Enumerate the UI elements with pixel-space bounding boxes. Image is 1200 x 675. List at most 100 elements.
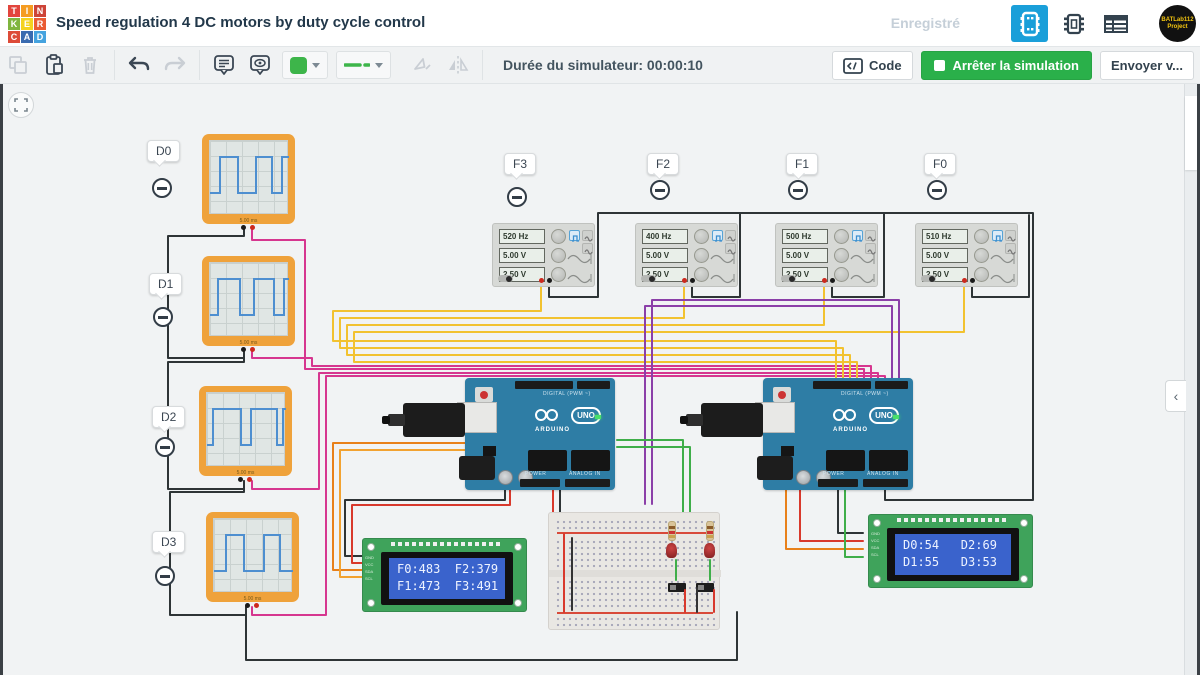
show-notes-button[interactable] [243,51,277,79]
label-d3[interactable]: D3 [152,531,185,553]
power-pins[interactable] [520,479,560,487]
square-wave-button[interactable] [569,230,580,241]
collapse-f2-button[interactable] [650,180,670,200]
delete-button[interactable] [73,51,107,79]
terminal-holes[interactable] [555,539,715,569]
wire-red-jumper[interactable] [563,533,565,613]
breadboard[interactable] [548,512,720,630]
rail-holes[interactable] [555,616,715,628]
paste-button[interactable] [37,51,71,79]
fg-knob[interactable] [974,248,989,263]
fg-knob[interactable] [551,248,566,263]
resistor-2[interactable] [706,521,714,541]
analog-pins[interactable] [863,479,908,487]
collapse-f1-button[interactable] [788,180,808,200]
mirror-button[interactable] [441,51,475,79]
undo-button[interactable] [122,51,156,79]
chip-view-button[interactable] [1055,5,1092,42]
fg-knob[interactable] [974,229,989,244]
sine-wave-button[interactable] [725,230,736,241]
collapse-d2-button[interactable] [155,437,175,457]
stop-simulation-button[interactable]: Arrêter la simulation [921,51,1092,80]
function-generator-f0[interactable]: 510 Hz 5.00 V 2.50 V [915,223,1018,287]
fg-pos-terminal[interactable] [822,278,827,283]
fg-pos-terminal[interactable] [682,278,687,283]
sine-wave-button[interactable] [865,230,876,241]
fg-knob[interactable] [551,267,566,282]
wire-red-jumper[interactable] [684,589,686,613]
fg-neg-terminal[interactable] [830,278,835,283]
reset-button[interactable] [773,387,791,402]
redo-button[interactable] [158,51,192,79]
function-generator-f3[interactable]: 520 Hz 5.00 V 2.50 V [492,223,595,287]
slide-switch-2[interactable] [696,583,714,592]
label-d1[interactable]: D1 [149,273,182,295]
digital-pins[interactable] [515,381,573,389]
wire-green-jumper[interactable] [709,559,711,581]
fg-power-toggle[interactable] [921,275,936,282]
lcd-display-2[interactable]: GND VCC SDA SCL D0:54 D2:69D1:55 D3:53 [868,514,1033,588]
collapse-f3-button[interactable] [507,187,527,207]
digital-pins[interactable] [813,381,871,389]
fg-knob[interactable] [834,229,849,244]
scope-sig-terminal[interactable] [250,225,255,230]
function-generator-f1[interactable]: 500 Hz 5.00 V 2.50 V [775,223,878,287]
collapse-d3-button[interactable] [155,566,175,586]
scope-gnd-terminal[interactable] [241,225,246,230]
square-wave-button[interactable] [852,230,863,241]
tinkercad-logo[interactable]: TIN KER CAD [8,5,46,43]
digital-pins[interactable] [875,381,908,389]
label-f0[interactable]: F0 [924,153,956,175]
wire-black-jumper[interactable] [696,587,698,613]
fg-neg-terminal[interactable] [970,278,975,283]
analog-pins[interactable] [565,479,610,487]
fg-neg-terminal[interactable] [690,278,695,283]
fg-pos-terminal[interactable] [539,278,544,283]
oscilloscope-d0[interactable]: 5.00 ms [202,134,295,224]
wire-black-jumper[interactable] [571,537,573,611]
oscilloscope-d1[interactable]: 5.00 ms [202,256,295,346]
panel-collapse-button[interactable]: ‹ [1165,380,1186,412]
design-title[interactable]: Speed regulation 4 DC motors by duty cyc… [56,14,425,31]
label-f1[interactable]: F1 [786,153,818,175]
digital-pins[interactable] [577,381,610,389]
fg-power-toggle[interactable] [781,275,796,282]
list-view-button[interactable] [1097,5,1134,42]
scope-sig-terminal[interactable] [250,347,255,352]
terminal-holes[interactable] [555,579,715,609]
fg-knob[interactable] [694,267,709,282]
fg-power-toggle[interactable] [498,275,513,282]
lcd-pin-header[interactable] [391,542,503,546]
arduino-uno-1[interactable]: DIGITAL (PWM ~) UNO ARDUINO POWER ANALOG… [465,378,615,490]
square-wave-button[interactable] [712,230,723,241]
wire-red-jumper[interactable] [713,589,715,613]
scope-gnd-terminal[interactable] [238,477,243,482]
label-d2[interactable]: D2 [152,406,185,428]
sine-wave-button[interactable] [1005,230,1016,241]
scope-sig-terminal[interactable] [247,477,252,482]
oscilloscope-d3[interactable]: 5.00 ms [206,512,299,602]
label-f3[interactable]: F3 [504,153,536,175]
square-wave-button[interactable] [992,230,1003,241]
wire-funcgen-signal[interactable] [333,284,964,378]
led-1[interactable] [666,543,677,558]
fg-pos-terminal[interactable] [962,278,967,283]
arduino-uno-2[interactable]: DIGITAL (PWM ~) UNO ARDUINO POWER ANALOG… [763,378,913,490]
label-f2[interactable]: F2 [647,153,679,175]
fg-knob[interactable] [834,248,849,263]
fg-knob[interactable] [694,248,709,263]
function-generator-f2[interactable]: 400 Hz 5.00 V 2.50 V [635,223,738,287]
rail-holes[interactable] [555,519,715,531]
lcd-pin-header[interactable] [897,518,1009,522]
fg-knob[interactable] [834,267,849,282]
code-button[interactable]: Code [832,51,913,80]
fg-neg-terminal[interactable] [547,278,552,283]
sine-wave-button[interactable] [582,230,593,241]
send-to-button[interactable]: Envoyer v... [1100,51,1194,80]
label-d0[interactable]: D0 [147,140,180,162]
oscilloscope-d2[interactable]: 5.00 ms [199,386,292,476]
fg-power-toggle[interactable] [641,275,656,282]
wire-style-dropdown[interactable] [336,51,391,79]
wire-color-dropdown[interactable] [282,51,328,79]
reset-button[interactable] [475,387,493,402]
